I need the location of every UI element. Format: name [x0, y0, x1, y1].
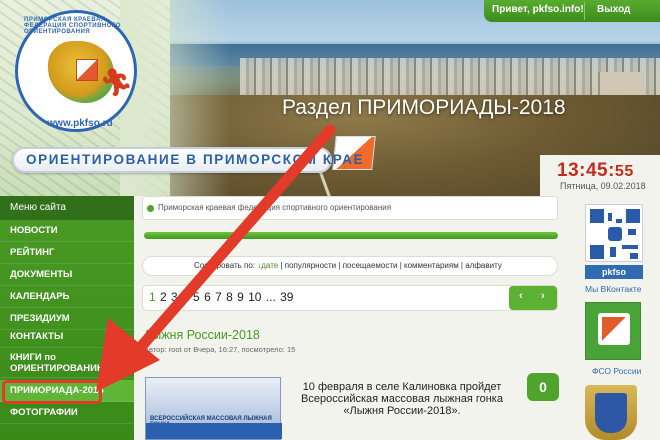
- breadcrumb-dot-icon: [147, 205, 154, 212]
- section-headline: Раздел ПРИМОРИАДЫ-2018: [282, 96, 566, 119]
- qr-label: pkfso: [585, 265, 643, 279]
- sort-label: Сортировать по:: [194, 261, 256, 270]
- fso-russia-logo[interactable]: [585, 302, 641, 360]
- article-image-band: [146, 423, 282, 439]
- page-links[interactable]: 2 3 4 5 6 7 8 9 10 ... 39: [160, 290, 293, 304]
- clock-hm: 13:45:: [557, 160, 615, 181]
- sidebar-item-calendar[interactable]: КАЛЕНДАРЬ: [0, 286, 134, 308]
- logo-flag-icon: [76, 59, 98, 81]
- sort-controls: Сортировать по: ↓дате | популярности | п…: [194, 261, 502, 270]
- current-date: Пятница, 09.02.2018: [560, 181, 646, 191]
- prev-page-icon[interactable]: ‹: [519, 290, 523, 302]
- site-title[interactable]: ОРИЕНТИРОВАНИЕ В ПРИМОРСКОМ КРАЕ: [26, 152, 364, 167]
- vk-link[interactable]: Мы ВКонтакте: [585, 284, 641, 294]
- sort-by-views[interactable]: посещаемости: [343, 261, 398, 270]
- sidebar-item-books[interactable]: КНИГИ по ОРИЕНТИРОВАНИЮ: [0, 348, 134, 378]
- logo-url: www.pkfso.ru: [47, 118, 113, 129]
- logo-runner-icon: 🏃︎: [100, 67, 134, 97]
- clock: 13:45:55: [557, 160, 634, 182]
- article-summary: 10 февраля в селе Калиновка пройдет Всер…: [301, 381, 503, 417]
- comments-count-badge[interactable]: 0: [527, 373, 559, 401]
- logout-button[interactable]: Выход: [597, 4, 630, 15]
- highlight-box: [2, 380, 102, 404]
- article-image[interactable]: ВСЕРОССИЙСКАЯ МАССОВАЯ ЛЫЖНАЯ ГОНКА: [145, 377, 282, 440]
- article-meta: Автор: root от Вчера, 16:27, посмотрело:…: [144, 345, 296, 354]
- sidebar-title: Меню сайта: [0, 196, 134, 220]
- sidebar-item-rating[interactable]: РЕЙТИНГ: [0, 242, 134, 264]
- sort-by-date[interactable]: ↓дате: [257, 261, 278, 270]
- sidebar-title-text: Меню сайта: [10, 202, 66, 213]
- breadcrumb-link[interactable]: Приморская краевая федерация спортивного…: [158, 203, 391, 212]
- fso-russia-link[interactable]: ФСО России: [592, 366, 641, 376]
- primorsky-crest-logo[interactable]: [585, 385, 637, 440]
- login-divider: [584, 2, 585, 20]
- pagination-nav: ‹ ›: [509, 286, 557, 310]
- sidebar-item-contacts[interactable]: КОНТАКТЫ: [0, 326, 134, 348]
- page-current: 1: [149, 290, 156, 304]
- federation-logo[interactable]: ПРИМОРСКАЯ КРАЕВАЯ ФЕДЕРАЦИЯ СПОРТИВНОГО…: [15, 10, 137, 132]
- sort-by-popularity[interactable]: популярности: [285, 261, 336, 270]
- article-title[interactable]: Лыжня России-2018: [144, 328, 260, 342]
- next-page-icon[interactable]: ›: [541, 290, 545, 302]
- sidebar-item-documents[interactable]: ДОКУМЕНТЫ: [0, 264, 134, 286]
- sort-by-alphabet[interactable]: алфавиту: [465, 261, 502, 270]
- greeting-link[interactable]: Привет, pkfso.info!: [492, 4, 584, 15]
- fso-flag-icon: [602, 317, 626, 341]
- vk-qr-code[interactable]: [585, 204, 643, 262]
- sidebar-item-photos[interactable]: ФОТОГРАФИИ: [0, 402, 134, 424]
- clock-seconds: 55: [614, 163, 634, 180]
- divider-bar: [144, 232, 558, 239]
- pagination-pages: 1 2 3 4 5 6 7 8 9 10 ... 39: [149, 290, 293, 304]
- sidebar-item-news[interactable]: НОВОСТИ: [0, 220, 134, 242]
- sort-by-comments[interactable]: комментариям: [404, 261, 459, 270]
